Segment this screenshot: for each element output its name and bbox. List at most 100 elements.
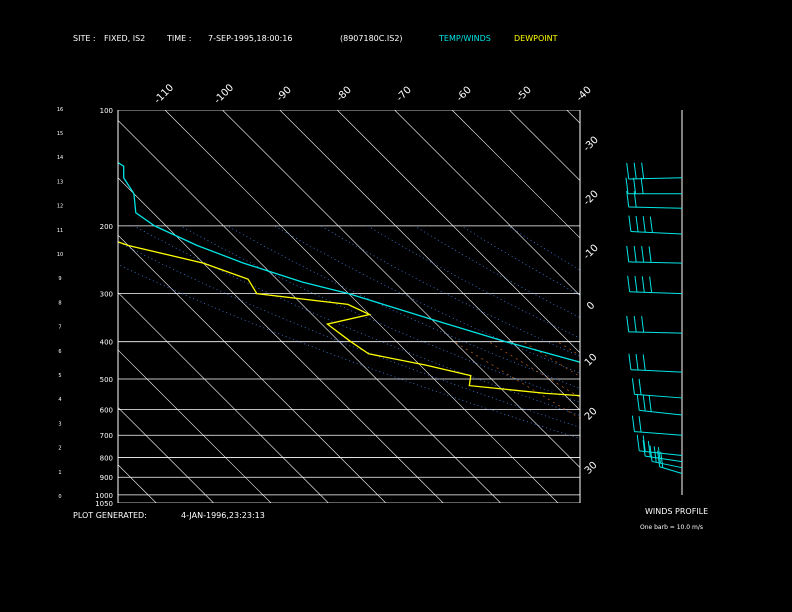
plot-generated-label: PLOT GENERATED: [73, 511, 147, 520]
wind-barb [628, 331, 683, 334]
isotherm-line [164, 110, 559, 503]
wind-barb-flag [626, 315, 630, 332]
isotherm-line [682, 110, 792, 503]
wind-barb-flag [635, 215, 639, 232]
height-tick-label: 13 [57, 179, 63, 185]
height-tick-label: 15 [57, 131, 63, 137]
isotherm-line [739, 110, 792, 503]
time-value: 7-SEP-1995,18:00:16 [208, 34, 292, 43]
wind-barb [628, 261, 683, 264]
top-isotherm-label: -80 [335, 85, 354, 104]
winds-profile-title: WINDS PROFILE [645, 507, 708, 516]
wind-barb-flag [636, 434, 640, 451]
wind-barb-flag [660, 451, 664, 468]
wind-barb-flag [640, 177, 644, 194]
moist-adiabat [133, 225, 580, 416]
isotherm-line [566, 110, 580, 124]
wind-barb-flag [649, 276, 653, 293]
isotherm-line [451, 110, 580, 239]
height-tick-label: 8 [58, 300, 61, 306]
isotherm-line [0, 110, 41, 503]
moist-adiabat [180, 225, 580, 403]
isotherm-line [0, 110, 99, 503]
right-temp-label: -10 [582, 243, 601, 262]
top-isotherm-label: -90 [275, 85, 294, 104]
wind-barb [645, 455, 683, 463]
isotherm-line [118, 406, 214, 503]
mixing-ratio-line [661, 342, 792, 503]
moist-adiabat [414, 225, 580, 319]
dewpoint-curve [118, 241, 580, 397]
pressure-tick-label: 1000 [95, 492, 113, 500]
right-temp-label: -30 [582, 135, 601, 154]
legend-temp-winds: TEMP/WINDS [438, 34, 491, 43]
wind-barb [630, 369, 683, 373]
axis-labels: 1002003004005006007008009001000105001234… [57, 82, 601, 508]
pressure-tick-label: 300 [100, 291, 113, 299]
moist-adiabat [118, 264, 580, 439]
wind-barb-flag [641, 246, 645, 263]
moist-adiabat [273, 225, 580, 374]
isotherm-line [118, 349, 272, 503]
height-tick-label: 1 [58, 470, 61, 476]
isotherm-line [509, 110, 580, 182]
pressure-tick-label: 700 [100, 432, 113, 440]
wind-barb-flag [626, 245, 630, 262]
wind-barb-flag [641, 276, 645, 293]
isotherm-line [336, 110, 580, 354]
wind-barb-flag [635, 353, 639, 371]
wind-barb-flag [633, 162, 637, 179]
wind-barb-flag [642, 354, 646, 371]
height-tick-label: 2 [58, 446, 61, 452]
wind-barb-flag [649, 216, 653, 233]
time-label: TIME : [166, 34, 191, 43]
wind-barb-flag [648, 246, 652, 263]
temperature-curve [118, 161, 580, 363]
wind-barb [634, 431, 683, 436]
file-id: (8907180C.IS2) [340, 34, 403, 43]
top-isotherm-label: -100 [212, 82, 236, 106]
moist-adiabat [461, 225, 580, 296]
mixing-ratio-line [592, 342, 792, 503]
wind-barb [639, 409, 683, 416]
wind-barb-flag [636, 394, 640, 411]
legend-dewpoint: DEWPOINT [514, 34, 558, 43]
wind-barb-flag [634, 275, 638, 293]
skew-t-chart: SITE : FIXED, IS2 TIME : 7-SEP-1995,18:0… [0, 34, 792, 531]
pressure-tick-label: 1050 [95, 500, 113, 508]
right-temp-label: 10 [583, 352, 600, 369]
right-temp-label: 20 [583, 406, 600, 423]
wind-barb-flag [648, 395, 652, 412]
pressure-tick-label: 800 [100, 455, 113, 463]
height-tick-label: 6 [58, 349, 61, 355]
top-isotherm-label: -50 [515, 85, 534, 104]
site-label: SITE : [73, 34, 96, 43]
pressure-tick-label: 400 [100, 339, 113, 347]
wind-barb-flag [628, 353, 632, 370]
wind-barb-flag [633, 246, 637, 263]
right-temp-label: -20 [582, 189, 601, 208]
pressure-tick-label: 500 [100, 376, 113, 384]
wind-barb-flag [631, 378, 635, 395]
height-tick-label: 7 [58, 325, 61, 331]
wind-barb-flag [642, 216, 646, 233]
winds-profile-note: One barb = 10.0 m/s [640, 524, 703, 531]
height-tick-label: 10 [57, 252, 63, 258]
wind-barb [629, 291, 683, 295]
height-tick-label: 3 [58, 421, 61, 427]
isotherm-line [279, 110, 580, 411]
wind-barb-flag [627, 275, 631, 292]
wind-barb-flag [638, 378, 642, 395]
wind-barb-flag [653, 446, 657, 463]
wind-barb-flag [641, 162, 645, 179]
wind-barb [628, 177, 683, 180]
wind-barbs [625, 162, 683, 474]
mixing-ratio-line [488, 341, 580, 398]
top-isotherm-label: -70 [395, 85, 414, 104]
wind-barb-flag [631, 415, 635, 432]
height-tick-label: 0 [58, 494, 61, 500]
height-tick-label: 16 [57, 107, 63, 113]
isotherm-line [118, 177, 444, 503]
height-tick-label: 11 [57, 228, 63, 234]
isotherm-line [118, 292, 329, 503]
